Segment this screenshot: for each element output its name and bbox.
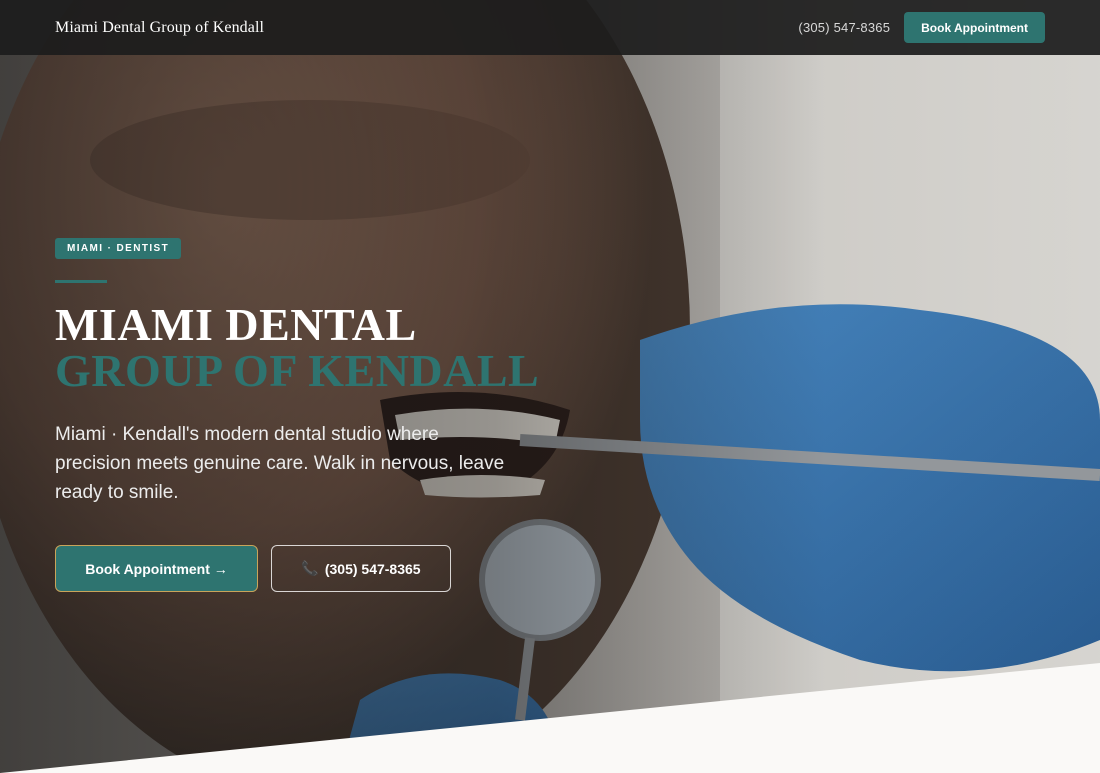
hero-title-line1: MIAMI DENTAL bbox=[55, 299, 417, 350]
book-appointment-button[interactable]: Book Appointment → bbox=[55, 545, 258, 592]
call-phone-button[interactable]: 📞 (305) 547-8365 bbox=[271, 545, 451, 592]
accent-divider bbox=[55, 280, 107, 283]
header-book-appointment-button[interactable]: Book Appointment bbox=[904, 12, 1045, 43]
top-navbar: Miami Dental Group of Kendall (305) 547-… bbox=[0, 0, 1100, 55]
hero-title: MIAMI DENTAL GROUP OF KENDALL bbox=[55, 302, 575, 394]
top-actions: (305) 547-8365 Book Appointment bbox=[798, 12, 1045, 43]
brand-name[interactable]: Miami Dental Group of Kendall bbox=[55, 19, 264, 37]
book-appointment-label: Book Appointment → bbox=[85, 560, 228, 577]
header-phone-link[interactable]: (305) 547-8365 bbox=[798, 20, 890, 35]
hero-actions: Book Appointment → 📞 (305) 547-8365 bbox=[55, 545, 575, 592]
phone-icon: 📞 bbox=[301, 560, 319, 576]
call-phone-label: (305) 547-8365 bbox=[324, 560, 421, 577]
category-badge: MIAMI · DENTIST bbox=[55, 238, 182, 259]
hero-title-line2: GROUP OF KENDALL bbox=[55, 345, 540, 396]
hero-subtitle: Miami · Kendall's modern dental studio w… bbox=[55, 424, 505, 503]
hero-content: MIAMI · DENTIST MIAMI DENTAL GROUP OF KE… bbox=[55, 238, 575, 592]
